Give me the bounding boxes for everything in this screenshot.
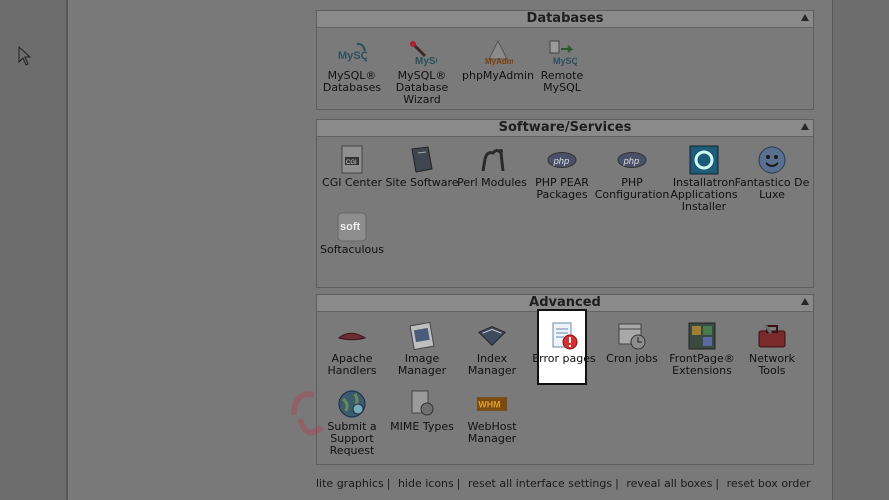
php-configuration-item[interactable]: php PHP Configuration xyxy=(594,145,670,201)
book-icon xyxy=(477,321,507,351)
support-globe-icon xyxy=(337,389,367,419)
site-software-item[interactable]: Site Software xyxy=(384,145,460,189)
svg-text:MySQL: MySQL xyxy=(553,56,577,66)
calendar-clock-icon xyxy=(617,321,647,351)
cgi-icon: CGI xyxy=(337,145,367,175)
item-label: Perl Modules xyxy=(457,176,527,189)
item-label: Error pages xyxy=(532,352,596,365)
item-label: CGI Center xyxy=(322,176,382,189)
item-label: WebHost Manager xyxy=(467,420,517,445)
item-label: MIME Types xyxy=(390,420,454,433)
item-label: Cron jobs xyxy=(606,352,658,365)
mouse-pointer-icon xyxy=(18,46,32,66)
network-tools-item[interactable]: Network Tools xyxy=(734,321,810,377)
smiley-icon xyxy=(757,145,787,175)
item-label: Submit a Support Request xyxy=(327,420,377,457)
panel-title: Advanced xyxy=(529,295,601,310)
reset-box-order-link[interactable]: reset box order xyxy=(727,477,811,490)
mysql-icon: MySQL xyxy=(337,38,367,68)
remote-mysql-icon: MySQL xyxy=(547,38,577,68)
left-gutter xyxy=(0,0,66,500)
php-pear-item[interactable]: php PHP PEAR Packages xyxy=(524,145,600,201)
error-pages-item[interactable]: Error pages xyxy=(526,321,602,365)
panel-title: Software/Services xyxy=(498,120,632,135)
item-label: FrontPage® Extensions xyxy=(669,352,735,377)
installatron-item[interactable]: Installatron Applications Installer xyxy=(666,145,742,213)
toolbox-icon xyxy=(757,321,787,351)
item-label: Remote MySQL xyxy=(540,69,584,94)
svg-text:MyAdmin: MyAdmin xyxy=(485,57,513,66)
whm-icon: WHM xyxy=(477,389,507,419)
installatron-icon xyxy=(689,145,719,175)
image-manager-item[interactable]: Image Manager xyxy=(384,321,460,377)
svg-text:CGI: CGI xyxy=(346,160,357,166)
feather-icon xyxy=(337,321,367,351)
webhost-manager-item[interactable]: WHM WebHost Manager xyxy=(454,389,530,445)
right-gutter xyxy=(833,0,889,500)
reset-interface-settings-link[interactable]: reset all interface settings xyxy=(468,477,612,490)
svg-text:MySQL: MySQL xyxy=(415,56,437,67)
svg-text:WHM: WHM xyxy=(478,399,500,409)
item-label: MySQL® Databases xyxy=(322,69,382,94)
item-label: MySQL® Database Wizard xyxy=(395,69,449,106)
item-label: Index Manager xyxy=(467,352,517,377)
perl-modules-item[interactable]: Perl Modules xyxy=(454,145,530,189)
software-panel-header[interactable]: Software/Services xyxy=(317,120,813,137)
mime-icon xyxy=(407,389,437,419)
item-label: PHP PEAR Packages xyxy=(535,176,589,201)
item-label: Site Software xyxy=(385,176,459,189)
collapse-arrow-icon[interactable] xyxy=(801,14,809,21)
perl-camel-icon xyxy=(477,145,507,175)
item-label: Installatron Applications Installer xyxy=(670,176,738,213)
separator: | xyxy=(615,477,619,490)
submit-support-request-item[interactable]: Submit a Support Request xyxy=(314,389,390,457)
item-label: Softaculous xyxy=(320,243,384,256)
svg-text:php: php xyxy=(623,156,640,166)
remote-mysql-item[interactable]: MySQL Remote MySQL xyxy=(524,38,600,94)
svg-text:soft: soft xyxy=(340,221,361,233)
item-label: Network Tools xyxy=(749,352,795,377)
softaculous-icon: soft xyxy=(337,212,367,242)
separator: | xyxy=(715,477,720,490)
php-icon: php xyxy=(617,145,647,175)
softaculous-item[interactable]: soft Softaculous xyxy=(314,212,390,256)
separator: | xyxy=(386,477,391,490)
collapse-arrow-icon[interactable] xyxy=(801,298,809,305)
item-label: Image Manager xyxy=(397,352,447,377)
mysql-wizard-icon: MySQL xyxy=(407,38,437,68)
item-label: Apache Handlers xyxy=(327,352,377,377)
svg-text:MySQL: MySQL xyxy=(338,50,367,62)
collapse-arrow-icon[interactable] xyxy=(801,123,809,130)
error-page-icon xyxy=(549,321,579,351)
mysql-databases-item[interactable]: MySQL MySQL® Databases xyxy=(314,38,390,94)
separator: | xyxy=(456,477,461,490)
mysql-wizard-item[interactable]: MySQL MySQL® Database Wizard xyxy=(384,38,460,106)
mime-types-item[interactable]: MIME Types xyxy=(384,389,460,433)
fantastico-item[interactable]: Fantastico De Luxe xyxy=(734,145,810,201)
footer-links: lite graphics | hide icons | reset all int… xyxy=(316,477,816,491)
item-label: Fantastico De Luxe xyxy=(734,176,810,201)
apache-handlers-item[interactable]: Apache Handlers xyxy=(314,321,390,377)
databases-panel-header[interactable]: Databases xyxy=(317,11,813,28)
frontpage-extensions-item[interactable]: FrontPage® Extensions xyxy=(664,321,740,377)
panel-title: Databases xyxy=(526,11,604,26)
php-icon: php xyxy=(547,145,577,175)
frontpage-icon xyxy=(687,321,717,351)
hide-icons-link[interactable]: hide icons xyxy=(398,477,454,490)
index-manager-item[interactable]: Index Manager xyxy=(454,321,530,377)
lite-graphics-link[interactable]: lite graphics xyxy=(316,477,384,490)
cron-jobs-item[interactable]: Cron jobs xyxy=(594,321,670,365)
phpmyadmin-icon: MyAdmin xyxy=(483,38,513,68)
cgi-center-item[interactable]: CGI CGI Center xyxy=(314,145,390,189)
reveal-all-boxes-link[interactable]: reveal all boxes xyxy=(626,477,712,490)
svg-text:php: php xyxy=(553,156,570,166)
item-label: PHP Configuration xyxy=(594,176,670,201)
site-software-icon xyxy=(407,145,437,175)
image-icon xyxy=(407,321,437,351)
